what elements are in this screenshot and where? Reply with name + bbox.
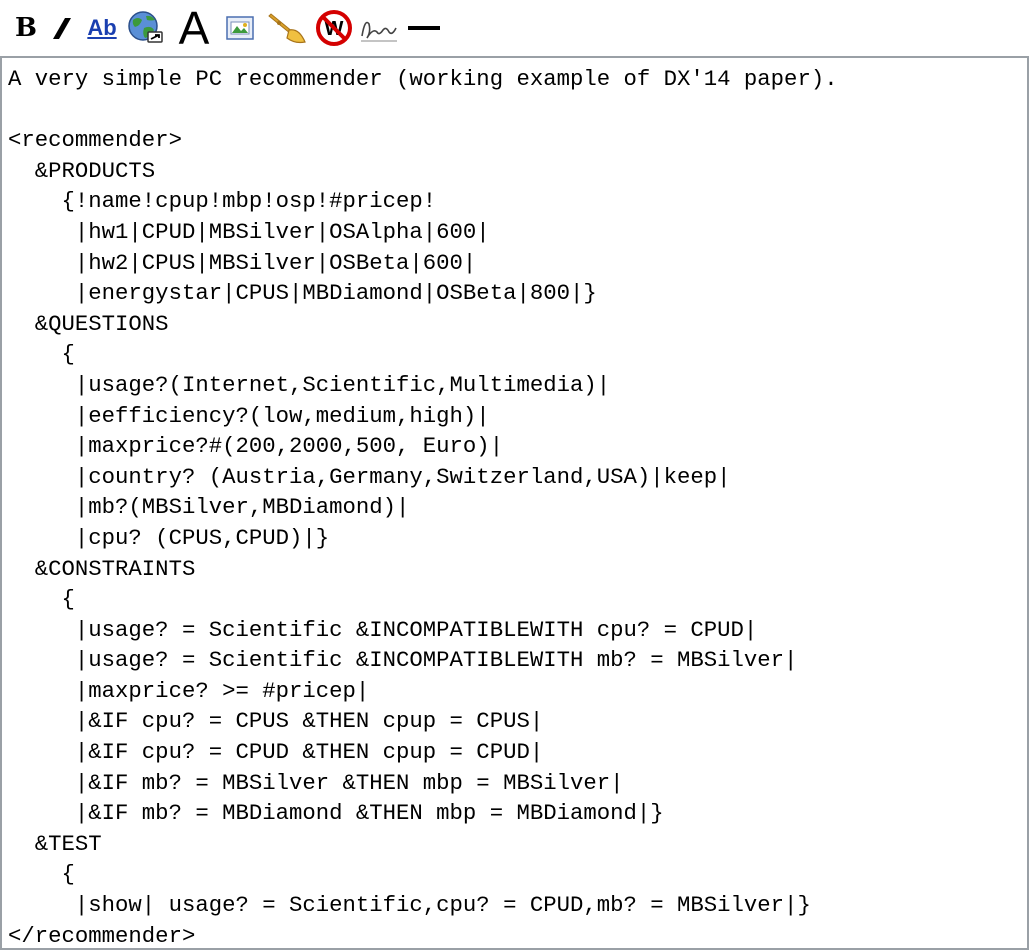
code-line: A very simple PC recommender (working ex… (8, 66, 838, 92)
code-line: |&IF mb? = MBSilver &THEN mbp = MBSilver… (8, 769, 624, 796)
code-line: |country? (Austria,Germany,Switzerland,U… (8, 463, 731, 490)
bold-button[interactable]: B (10, 6, 42, 50)
code-line: |usage? = Scientific &INCOMPATIBLEWITH m… (8, 647, 798, 674)
code-line: { (8, 341, 75, 368)
code-line: <recommender> (8, 127, 182, 154)
code-line: |usage?(Internet,Scientific,Multimedia)| (8, 371, 611, 398)
file-link-button[interactable] (264, 6, 310, 50)
headline-button[interactable]: A (172, 2, 216, 54)
code-line: &TEST (8, 830, 102, 857)
headline-icon: A (178, 2, 210, 54)
code-line: {!name!cpup!mbp!osp!#pricep! (8, 188, 437, 215)
code-line: |mb?(MBSilver,MBDiamond)| (8, 494, 410, 521)
code-line: |&IF cpu? = CPUD &THEN cpup = CPUD| (8, 739, 544, 766)
internal-link-button[interactable]: Ab (82, 6, 122, 50)
code-line: |&IF cpu? = CPUS &THEN cpup = CPUS| (8, 708, 544, 735)
image-icon (226, 16, 254, 40)
wikitext-editor-textarea[interactable]: A very simple PC recommender (working ex… (0, 56, 1029, 950)
signature-icon (361, 21, 397, 42)
editing-toolbar: B Ab A (0, 0, 1029, 56)
signature-button[interactable] (358, 6, 400, 50)
code-line: { (8, 861, 75, 888)
bold-icon: B (15, 13, 37, 43)
globe-link-icon (128, 11, 163, 43)
horizontal-rule-icon (408, 26, 440, 30)
external-link-button[interactable] (124, 6, 168, 50)
media-file-icon (268, 13, 306, 44)
code-line: |cpu? (CPUS,CPUD)|} (8, 524, 330, 551)
italic-button[interactable] (46, 6, 78, 50)
italic-icon (53, 18, 71, 39)
code-line: </recommender> (8, 922, 196, 949)
code-line: |energystar|CPUS|MBDiamond|OSBeta|800|} (8, 280, 597, 307)
code-line: |show| usage? = Scientific,cpu? = CPUD,m… (8, 892, 811, 919)
code-line: |usage? = Scientific &INCOMPATIBLEWITH c… (8, 616, 758, 643)
code-line: |hw1|CPUD|MBSilver|OSAlpha|600| (8, 218, 490, 245)
nowiki-button[interactable]: W (312, 6, 356, 50)
code-line: &QUESTIONS (8, 310, 169, 337)
code-line: |eefficiency?(low,medium,high)| (8, 402, 490, 429)
no-wiki-icon: W (316, 10, 352, 46)
code-line: &CONSTRAINTS (8, 555, 196, 582)
code-line: |&IF mb? = MBDiamond &THEN mbp = MBDiamo… (8, 800, 664, 827)
horizontal-line-button[interactable] (402, 6, 446, 50)
code-line: { (8, 586, 75, 613)
code-line: |maxprice?#(200,2000,500, Euro)| (8, 433, 504, 460)
internal-link-icon: Ab (87, 15, 117, 40)
editor-content: A very simple PC recommender (working ex… (8, 64, 1027, 949)
code-line: |maxprice? >= #pricep| (8, 677, 370, 704)
embedded-file-button[interactable] (220, 6, 260, 50)
code-line: &PRODUCTS (8, 157, 156, 184)
code-line: |hw2|CPUS|MBSilver|OSBeta|600| (8, 249, 477, 276)
